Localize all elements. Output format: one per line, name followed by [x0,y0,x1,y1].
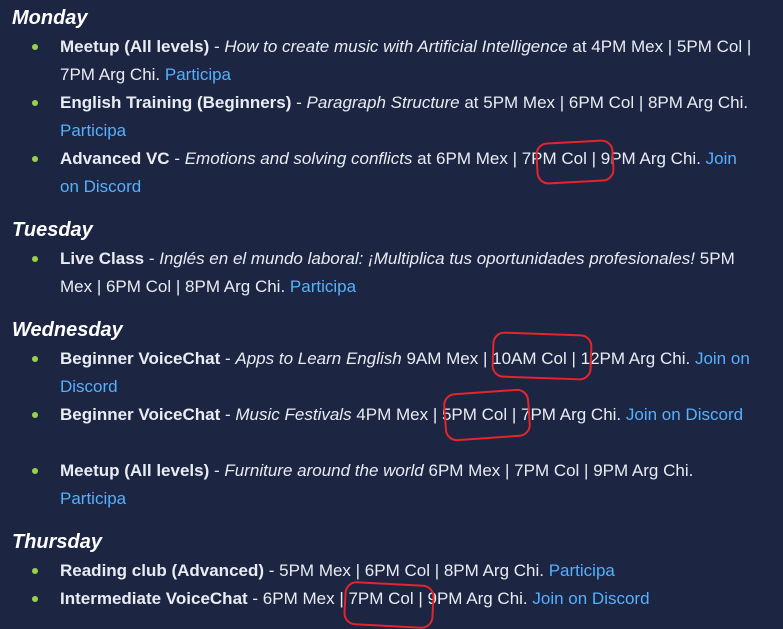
participa-link[interactable]: Participa [60,121,126,140]
event-topic: Furniture around the world [224,461,424,480]
event-name: Beginner VoiceChat [60,405,221,424]
list-item: Advanced VC - Emotions and solving confl… [60,145,760,201]
bullet-dot [32,256,38,262]
day-heading-wednesday: Wednesday [12,319,123,341]
list-item: Beginner VoiceChat - Music Festivals 4PM… [60,401,760,429]
join-discord-link[interactable]: Join on Discord [532,589,649,608]
bullet-dot [32,596,38,602]
event-times: 6PM Mex | 7PM Col | 9PM Arg Chi. [423,461,694,480]
list-item: Reading club (Advanced) - 5PM Mex | 6PM … [60,557,760,585]
event-topic: Music Festivals [235,405,352,424]
separator: - [144,249,160,268]
event-times: at 5PM Mex | 6PM Col | 8PM Arg Chi. [459,93,749,112]
bullet-dot [32,44,38,50]
join-discord-link[interactable]: Join on Discord [626,405,743,424]
event-name: Reading club (Advanced) [60,561,265,580]
separator: - [291,93,307,112]
event-name: Meetup (All levels) [60,461,210,480]
separator: - [220,405,236,424]
bullet-dot [32,156,38,162]
event-name: Intermediate VoiceChat [60,589,248,608]
bullet-dot [32,356,38,362]
separator: - [220,349,236,368]
list-item: Beginner VoiceChat - Apps to Learn Engli… [60,345,760,401]
day-heading-tuesday: Tuesday [12,219,93,241]
event-topic: Inglés en el mundo laboral: ¡Multiplica … [159,249,696,268]
list-item: English Training (Beginners) - Paragraph… [60,89,760,145]
event-name: English Training (Beginners) [60,93,292,112]
separator: - [169,149,185,168]
participa-link[interactable]: Participa [165,65,231,84]
event-name: Live Class [60,249,145,268]
event-times: at 6PM Mex | 7PM Col | 9PM Arg Chi. [412,149,706,168]
event-times: 4PM Mex | 5PM Col | 7PM Arg Chi. [351,405,626,424]
separator: - [209,37,225,56]
list-item: Intermediate VoiceChat - 6PM Mex | 7PM C… [60,585,760,613]
event-times: 9AM Mex | 10AM Col | 12PM Arg Chi. [401,349,695,368]
bullet-dot [32,568,38,574]
event-topic: Apps to Learn English [235,349,402,368]
event-topic: How to create music with Artificial Inte… [224,37,568,56]
bullet-dot [32,100,38,106]
bullet-dot [32,468,38,474]
participa-link[interactable]: Participa [290,277,356,296]
event-times: 5PM Mex | 6PM Col | 8PM Arg Chi. [279,561,549,580]
schedule-page: Monday Meetup (All levels) - How to crea… [0,0,783,629]
day-heading-thursday: Thursday [12,531,103,553]
event-name: Advanced VC [60,149,170,168]
separator: - [264,561,280,580]
event-topic: Paragraph Structure [306,93,460,112]
participa-link[interactable]: Participa [60,489,126,508]
event-name: Beginner VoiceChat [60,349,221,368]
list-item: Live Class - Inglés en el mundo laboral:… [60,245,760,301]
event-times: 6PM Mex | 7PM Col | 9PM Arg Chi. [262,589,533,608]
event-topic: Emotions and solving conflicts [184,149,413,168]
participa-link[interactable]: Participa [549,561,615,580]
separator: - [209,461,225,480]
day-heading-monday: Monday [12,7,88,29]
list-item: Meetup (All levels) - Furniture around t… [60,457,760,513]
list-item: Meetup (All levels) - How to create musi… [60,33,760,89]
bullet-dot [32,412,38,418]
separator: - [247,589,263,608]
event-name: Meetup (All levels) [60,37,210,56]
